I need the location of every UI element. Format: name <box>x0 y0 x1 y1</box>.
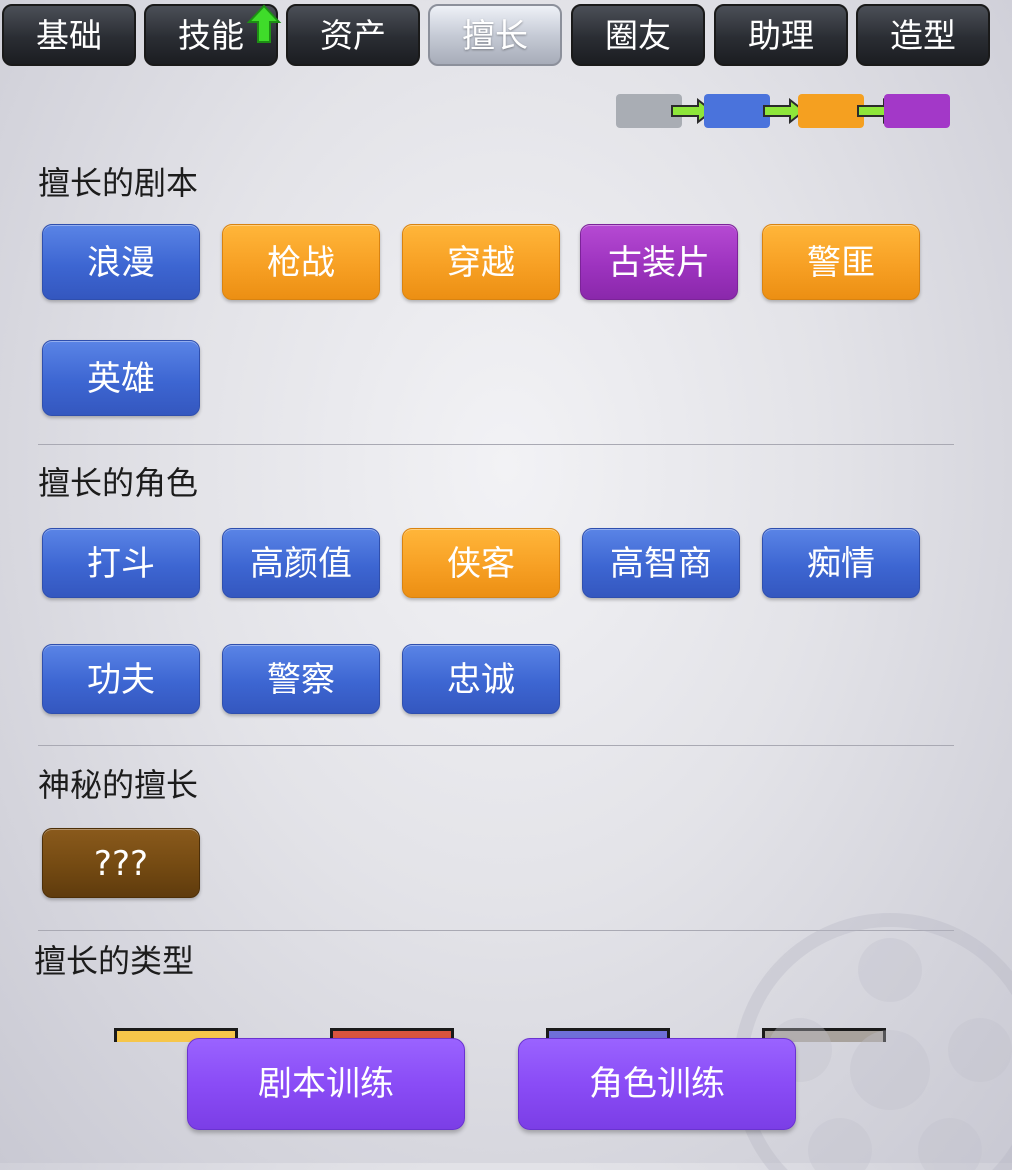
tab-friends[interactable]: 圈友 <box>571 4 705 66</box>
divider <box>38 930 954 931</box>
mystery-chip[interactable]: ??? <box>42 828 200 898</box>
tab-styling[interactable]: 造型 <box>856 4 990 66</box>
chip-label: ??? <box>93 844 149 884</box>
tab-skills[interactable]: 技能 <box>144 4 282 66</box>
section-title-types: 擅长的类型 <box>34 942 195 980</box>
chip-label: 痴情 <box>807 544 875 584</box>
upgrade-arrow-icon <box>246 4 282 43</box>
chip-label: 古装片 <box>608 243 710 283</box>
tab-basic[interactable]: 基础 <box>2 4 136 66</box>
chip-label: 警察 <box>267 660 335 700</box>
role-chip-high-iq[interactable]: 高智商 <box>582 528 740 598</box>
role-chip-police[interactable]: 警察 <box>222 644 380 714</box>
chip-label: 高智商 <box>610 544 712 584</box>
script-chip-time-travel[interactable]: 穿越 <box>402 224 560 300</box>
tab-bar: 基础 技能 资产 擅长 圈友 助理 造型 <box>0 0 1012 70</box>
role-chip-fighting[interactable]: 打斗 <box>42 528 200 598</box>
rank-purple-box <box>884 94 950 128</box>
chip-label: 高颜值 <box>250 544 352 584</box>
rank-progression-legend <box>616 92 956 130</box>
chip-label: 打斗 <box>87 544 155 584</box>
role-chip-kungfu[interactable]: 功夫 <box>42 644 200 714</box>
chip-label: 警匪 <box>807 243 875 283</box>
chip-label: 功夫 <box>87 660 155 700</box>
script-training-button[interactable]: 剧本训练 <box>187 1038 465 1130</box>
section-title-scripts: 擅长的剧本 <box>38 164 199 202</box>
script-chip-romance[interactable]: 浪漫 <box>42 224 200 300</box>
tab-assets[interactable]: 资产 <box>286 4 420 66</box>
role-chip-swordsman[interactable]: 侠客 <box>402 528 560 598</box>
divider <box>38 745 954 746</box>
chip-label: 英雄 <box>87 359 155 399</box>
rank-orange-box <box>798 94 864 128</box>
rank-blue-box <box>704 94 770 128</box>
role-training-button[interactable]: 角色训练 <box>518 1038 796 1130</box>
tab-skills-label: 技能 <box>178 16 244 55</box>
divider <box>38 444 954 445</box>
script-chip-costume-drama[interactable]: 古装片 <box>580 224 738 300</box>
tab-expertise[interactable]: 擅长 <box>428 4 562 66</box>
chip-label: 侠客 <box>447 544 515 584</box>
chip-label: 浪漫 <box>87 243 155 283</box>
chip-label: 忠诚 <box>447 660 515 700</box>
script-chip-gunfight[interactable]: 枪战 <box>222 224 380 300</box>
section-title-mystery: 神秘的擅长 <box>38 766 199 804</box>
tab-assistant[interactable]: 助理 <box>714 4 848 66</box>
chip-label: 穿越 <box>447 243 515 283</box>
role-chip-devoted[interactable]: 痴情 <box>762 528 920 598</box>
chip-label: 枪战 <box>267 243 335 283</box>
section-title-roles: 擅长的角色 <box>38 464 199 502</box>
role-chip-loyal[interactable]: 忠诚 <box>402 644 560 714</box>
script-chip-hero[interactable]: 英雄 <box>42 340 200 416</box>
script-chip-cops-robbers[interactable]: 警匪 <box>762 224 920 300</box>
role-chip-good-looks[interactable]: 高颜值 <box>222 528 380 598</box>
